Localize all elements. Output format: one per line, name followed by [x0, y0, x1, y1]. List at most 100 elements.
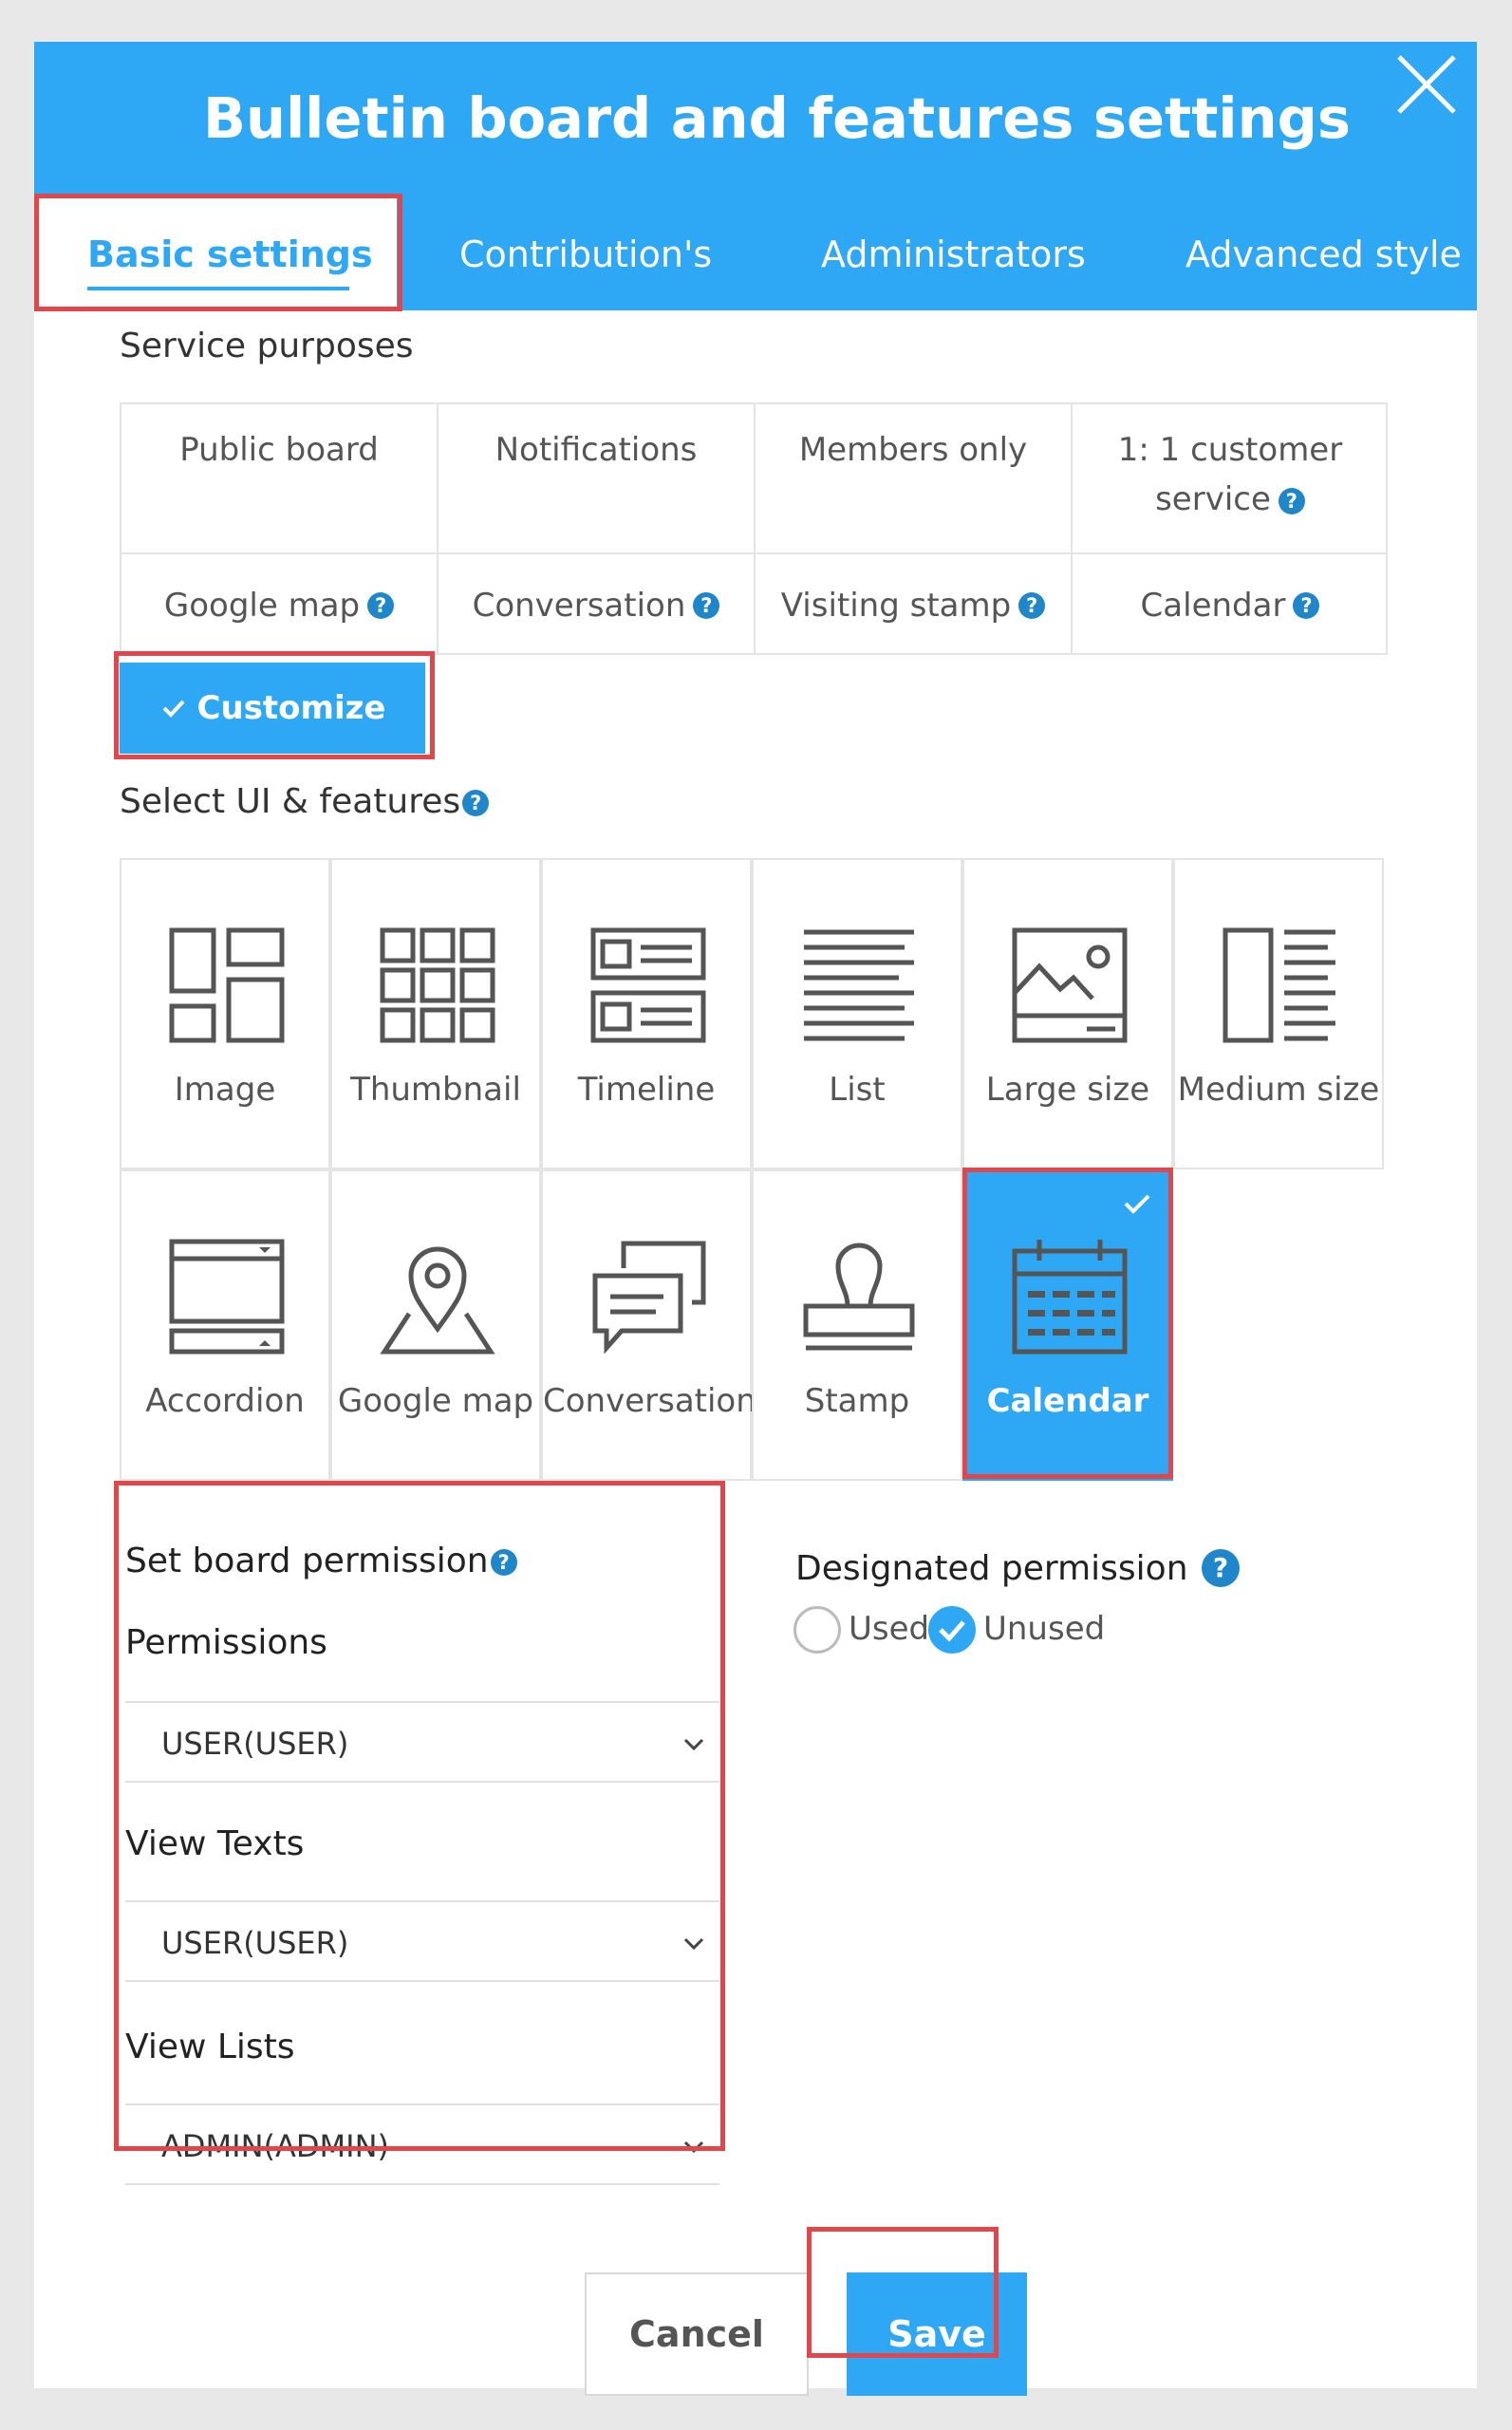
service-label-wrap: 1: 1 customer service? [1118, 425, 1342, 524]
ui-option-image[interactable]: Image [120, 858, 330, 1169]
help-icon[interactable]: ? [1293, 592, 1320, 619]
ui-option-large-size[interactable]: Large size [962, 858, 1173, 1169]
service-purposes-grid: Public board Notifications Members only … [120, 402, 1388, 655]
ui-option-label: Thumbnail [350, 1071, 521, 1109]
chevron-down-icon [683, 1738, 704, 1751]
medium-size-icon [1223, 927, 1335, 1043]
view-lists-label: View Lists [125, 2028, 295, 2066]
select-ui-text: Select UI & features [120, 782, 461, 821]
service-members-only[interactable]: Members only [756, 404, 1073, 554]
service-calendar[interactable]: Calendar? [1073, 554, 1388, 655]
ui-option-thumbnail[interactable]: Thumbnail [330, 858, 541, 1169]
accordion-icon [169, 1239, 285, 1355]
tab-underline [87, 287, 349, 290]
stamp-icon [803, 1243, 915, 1351]
help-icon[interactable]: ? [367, 592, 395, 619]
modal-title: Bulletin board and features settings [202, 85, 1352, 151]
modal-header: Bulletin board and features settings Bas… [34, 42, 1477, 310]
ui-option-google-map[interactable]: Google map [330, 1169, 541, 1481]
permissions-label: Permissions [125, 1623, 327, 1662]
set-board-permission-label: Set board permission? [125, 1542, 517, 1580]
service-label: Visiting stamp [780, 587, 1012, 625]
customize-button[interactable]: Customize [120, 663, 425, 754]
designated-permission-label: Designated permission [795, 1549, 1188, 1588]
permission-title-text: Set board permission [125, 1542, 489, 1580]
ui-option-calendar[interactable]: Calendar [962, 1169, 1173, 1481]
customize-label: Customize [196, 689, 386, 727]
ui-option-label: Timeline [577, 1071, 716, 1109]
tab-basic-settings[interactable]: Basic settings [38, 196, 397, 310]
help-icon[interactable]: ? [462, 790, 490, 816]
ui-option-label: Medium size [1177, 1071, 1380, 1109]
tab-administrators[interactable]: Administrators [821, 234, 1086, 275]
chat-bubbles-icon [592, 1241, 706, 1355]
settings-modal: Bulletin board and features settings Bas… [34, 42, 1477, 2396]
view-texts-label: View Texts [125, 1824, 305, 1863]
timeline-icon [590, 927, 706, 1043]
select-value: ADMIN(ADMIN) [161, 2128, 389, 2164]
service-public-board[interactable]: Public board [121, 404, 439, 554]
select-value: USER(USER) [161, 1925, 349, 1961]
select-value: USER(USER) [161, 1726, 349, 1762]
ui-option-timeline[interactable]: Timeline [541, 858, 752, 1169]
cancel-button[interactable]: Cancel [585, 2272, 809, 2396]
help-icon[interactable]: ? [1202, 1549, 1240, 1587]
ui-option-list[interactable]: List [752, 858, 962, 1169]
checkmark-icon [1124, 1194, 1150, 1214]
service-label: Google map [163, 587, 361, 625]
ui-option-label: Google map [337, 1382, 534, 1420]
large-image-icon [1012, 927, 1128, 1043]
ui-features-grid: Image Thumbnail Timeline List Large size… [120, 858, 1388, 1485]
ui-option-label: List [829, 1071, 886, 1109]
ui-option-medium-size[interactable]: Medium size [1173, 858, 1384, 1169]
service-label-line2: service [1155, 480, 1271, 518]
chevron-down-icon [683, 2140, 704, 2154]
checkmark-icon [939, 1620, 965, 1642]
tab-contributions[interactable]: Contribution's [459, 234, 712, 275]
chevron-down-icon [683, 1937, 704, 1951]
service-label: 1: 1 customer [1117, 431, 1343, 469]
service-customer-service[interactable]: 1: 1 customer service? [1073, 404, 1388, 554]
service-label: Members only [798, 431, 1028, 469]
radio-used-label: Used [849, 1610, 930, 1648]
tab-label: Basic settings [87, 234, 373, 275]
service-label: Public board [179, 431, 379, 469]
service-purposes-label: Service purposes [120, 327, 414, 365]
radio-unused-label: Unused [983, 1610, 1106, 1648]
radio-unused[interactable] [928, 1606, 976, 1654]
ui-option-label: Image [174, 1071, 276, 1109]
map-pin-icon [380, 1246, 495, 1355]
service-visiting-stamp[interactable]: Visiting stamp? [756, 554, 1073, 655]
ui-option-stamp[interactable]: Stamp [752, 1169, 962, 1481]
service-label: Calendar [1140, 587, 1286, 625]
ui-option-conversation[interactable]: Conversation [541, 1169, 756, 1481]
ui-option-label: Large size [985, 1071, 1150, 1109]
view-lists-select[interactable]: ADMIN(ADMIN) [125, 2103, 719, 2185]
service-notifications[interactable]: Notifications [439, 404, 756, 554]
help-icon[interactable]: ? [1018, 592, 1046, 619]
permissions-select[interactable]: USER(USER) [125, 1701, 719, 1783]
checkmark-icon [162, 700, 184, 718]
save-button[interactable]: Save [847, 2272, 1027, 2396]
help-icon[interactable]: ? [693, 592, 720, 619]
service-conversation[interactable]: Conversation? [439, 554, 756, 655]
view-texts-select[interactable]: USER(USER) [125, 1900, 719, 1982]
close-icon[interactable] [1393, 51, 1460, 118]
calendar-icon [1012, 1240, 1128, 1355]
help-icon[interactable]: ? [1278, 487, 1305, 514]
ui-option-label: Calendar [986, 1382, 1149, 1420]
thumbnail-grid-icon [380, 927, 495, 1043]
service-google-map[interactable]: Google map? [121, 554, 439, 655]
select-ui-label: Select UI & features? [120, 782, 490, 821]
ui-option-accordion[interactable]: Accordion [120, 1169, 330, 1481]
ui-option-label: Accordion [145, 1382, 305, 1420]
tab-advanced-style[interactable]: Advanced style [1185, 234, 1462, 275]
service-label-line2-wrap: service? [1118, 475, 1342, 524]
service-label: Conversation [472, 587, 686, 625]
ui-option-label: Conversation [543, 1382, 756, 1420]
radio-used[interactable] [793, 1606, 841, 1654]
service-label: Notifications [495, 431, 698, 469]
image-layout-icon [169, 927, 285, 1043]
help-icon[interactable]: ? [490, 1549, 517, 1576]
ui-option-label: Stamp [804, 1382, 910, 1420]
